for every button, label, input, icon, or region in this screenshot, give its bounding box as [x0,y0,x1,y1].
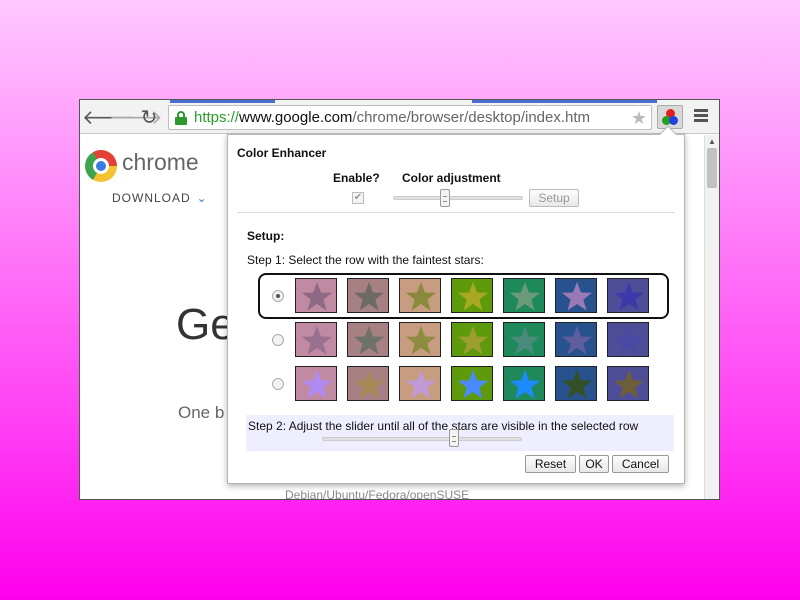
step2-slider[interactable] [322,437,522,441]
cancel-button[interactable]: Cancel [612,455,669,473]
star-swatch [347,278,389,313]
reset-button[interactable]: Reset [525,455,576,473]
page-scrollbar[interactable]: ▲ [704,135,719,499]
star-icon [458,370,488,399]
star-icon [354,370,384,399]
lock-icon [175,111,187,125]
chevron-down-icon: ⌄ [196,191,208,205]
star-icon [406,282,436,311]
browser-toolbar: 🡐 🡒 ↻ https://www.google.com/chrome/brow… [80,100,719,134]
star-swatch [295,322,337,357]
ok-button[interactable]: OK [579,455,609,473]
star-swatch [607,366,649,401]
star-icon [406,370,436,399]
star-swatch [503,278,545,313]
row-radio[interactable] [272,378,284,390]
bookmark-star-icon[interactable]: ★ [631,107,647,129]
star-icon [562,326,592,355]
star-swatch [555,366,597,401]
star-icon [458,326,488,355]
url-host: www.google.com [239,109,353,126]
forward-button[interactable]: 🡒 [109,107,163,129]
url-scheme: https:// [194,109,240,126]
star-swatch [347,366,389,401]
section-divider [237,212,675,213]
star-icon [510,282,540,311]
star-swatch [555,322,597,357]
chrome-wordmark: chrome [122,149,199,175]
checkmark-icon: ✔ [353,192,363,203]
star-icon [614,370,644,399]
star-swatch [607,278,649,313]
chrome-logo-icon [85,150,117,182]
page-subtext: One b [178,403,225,422]
color-adjustment-slider[interactable] [393,196,523,200]
star-swatch [503,366,545,401]
star-swatch [451,322,493,357]
download-menu[interactable]: DOWNLOAD ⌄ [112,191,208,205]
star-swatch [399,322,441,357]
tab-indicator [472,100,657,103]
page-heading: Ge [176,300,235,349]
setup-button[interactable]: Setup [529,189,579,207]
star-icon [562,370,592,399]
url-path: /chrome/browser/desktop/index.htm [352,109,591,126]
star-icon [510,326,540,355]
download-label: DOWNLOAD [112,191,191,205]
row-radio[interactable] [272,334,284,346]
url-text[interactable]: https://www.google.com/chrome/browser/de… [194,106,590,129]
star-swatch [607,322,649,357]
color-adjustment-label: Color adjustment [402,171,501,185]
star-icon [354,282,384,311]
star-icon [406,326,436,355]
star-swatch [503,322,545,357]
reload-icon: ↻ [140,107,158,129]
enable-checkbox[interactable]: ✔ [352,192,364,204]
star-icon [614,326,644,355]
color-adjustment-slider-thumb[interactable] [440,189,450,207]
star-swatch [451,278,493,313]
platform-text: Debian/Ubuntu/Fedora/openSUSE [285,488,470,500]
scroll-up-icon[interactable]: ▲ [708,137,716,146]
star-icon [614,282,644,311]
scrollbar-thumb[interactable] [707,148,717,188]
hamburger-menu-icon[interactable] [694,109,708,123]
row-radio[interactable] [272,290,284,302]
reload-button[interactable]: ↻ [138,107,160,129]
address-bar[interactable]: https://www.google.com/chrome/browser/de… [168,105,652,130]
star-swatch [451,366,493,401]
star-swatch [399,278,441,313]
tab-indicator [170,100,275,103]
star-swatch [399,366,441,401]
star-icon [302,326,332,355]
step2-slider-thumb[interactable] [449,429,459,447]
step2-instruction: Step 2: Adjust the slider until all of t… [248,419,639,433]
star-icon [510,370,540,399]
star-swatch [295,366,337,401]
back-button[interactable]: 🡐 [82,107,136,129]
star-swatch [295,278,337,313]
star-icon [458,282,488,311]
color-enhancer-popup: Color Enhancer Enable? Color adjustment … [227,125,685,484]
star-icon [302,282,332,311]
step2-panel: Step 2: Adjust the slider until all of t… [246,415,674,451]
setup-heading: Setup: [247,229,285,243]
star-icon [354,326,384,355]
popup-title: Color Enhancer [237,146,327,160]
star-icon [562,282,592,311]
star-icon [302,370,332,399]
enable-label: Enable? [333,171,380,185]
color-enhancer-extension-button[interactable] [657,105,683,129]
star-swatch [555,278,597,313]
step1-instruction: Step 1: Select the row with the faintest… [247,253,484,267]
star-swatch [347,322,389,357]
